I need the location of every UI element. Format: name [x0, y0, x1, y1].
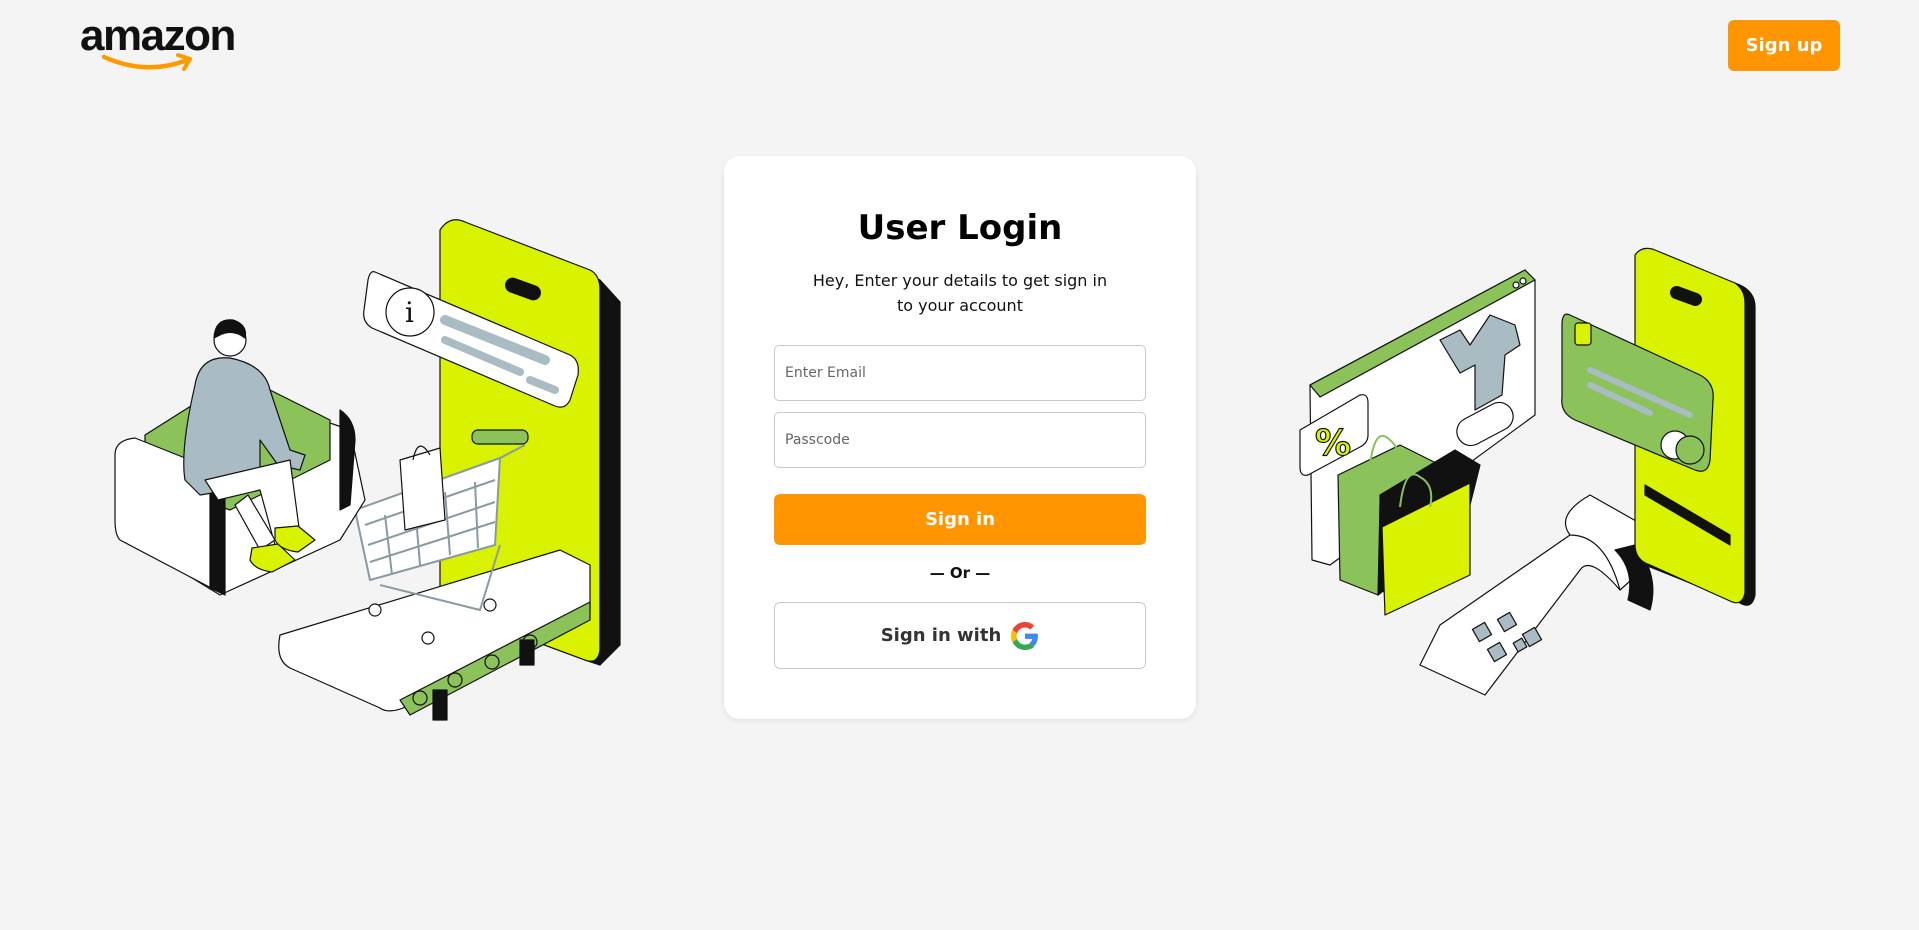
- online-payment-illustration: %: [1299, 247, 1756, 696]
- google-icon: [1011, 621, 1039, 650]
- signin-button[interactable]: Sign in: [774, 494, 1146, 545]
- google-signin-button[interactable]: Sign in with: [774, 602, 1146, 669]
- signup-button[interactable]: Sign up: [1728, 20, 1840, 71]
- logo-smile-icon: [102, 53, 192, 71]
- or-divider: — Or —: [929, 564, 991, 582]
- shopping-person-phone-illustration: i: [114, 219, 621, 721]
- login-card: User Login Hey, Enter your details to ge…: [724, 156, 1196, 719]
- page-title: User Login: [857, 208, 1063, 248]
- svg-text:i: i: [405, 296, 414, 329]
- svg-text:%: %: [1315, 423, 1351, 464]
- email-field[interactable]: [774, 345, 1146, 401]
- google-signin-label: Sign in with: [880, 625, 1002, 646]
- passcode-field[interactable]: [774, 412, 1146, 468]
- amazon-logo[interactable]: amazon: [80, 14, 245, 71]
- login-subtitle: Hey, Enter your details to get sign in t…: [812, 271, 1108, 315]
